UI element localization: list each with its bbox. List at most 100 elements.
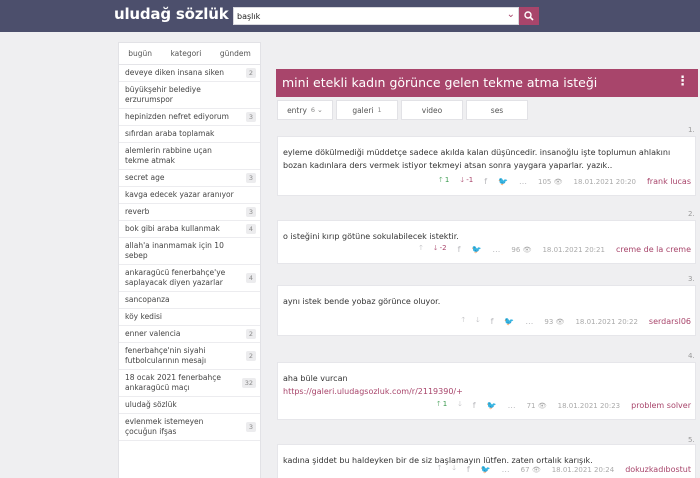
sidebar-topic-item[interactable]: uludağ sözlük <box>119 397 260 414</box>
entry-body: o isteğini kırıp götüne sokulabilecek is… <box>283 232 459 241</box>
sidebar-topic-item[interactable]: sancopanza <box>119 292 260 309</box>
view-count-group: 96 👁 <box>511 246 531 254</box>
entry-date[interactable]: 18.01.2021 20:20 <box>574 178 636 186</box>
sidebar-topic-item[interactable]: alemlerin rabbine uçan tekme atmak <box>119 143 260 170</box>
facebook-icon[interactable]: f <box>467 465 470 474</box>
twitter-icon[interactable]: 🐦 <box>481 465 491 474</box>
downvote-button[interactable]: 🡓 <box>452 464 456 475</box>
search-input[interactable] <box>237 10 499 23</box>
entry-date[interactable]: 18.01.2021 20:21 <box>542 246 604 254</box>
entry-count-badge: 3 <box>245 173 256 183</box>
entry-count-badge: 2 <box>245 68 256 78</box>
tab-gundem[interactable]: gündem <box>220 49 251 58</box>
upvote-button[interactable]: 🡑 <box>461 316 465 327</box>
search-icon <box>524 11 534 21</box>
entry-card: aha büle vurcan https://galeri.uludagsozl… <box>277 362 696 420</box>
entry-date[interactable]: 18.01.2021 20:23 <box>558 402 620 410</box>
sidebar-topic-item[interactable]: 18 ocak 2021 fenerbahçe ankaragücü maçı 3… <box>119 370 260 397</box>
downvote-button[interactable]: 🡓 <box>476 316 480 327</box>
entry-count-badge: 32 <box>241 378 256 388</box>
sidebar-topic-title: köy kedisi <box>125 312 163 321</box>
upvote-button[interactable]: 🡑 1 <box>437 400 447 411</box>
sidebar-topic-item[interactable]: evlenmek istemeyen çocuğun ifşas 3 <box>119 414 260 441</box>
entry-footer: 🡑 🡓 -2 f 🐦 … 96 👁 18.01.2021 20:21 creme de la … <box>419 244 691 255</box>
sidebar-topic-title: 18 ocak 2021 fenerbahçe ankaragücü maçı <box>125 373 221 392</box>
downvote-button[interactable]: 🡓 -1 <box>460 176 473 187</box>
tab-ses[interactable]: ses <box>466 100 528 120</box>
sidebar-topic-item[interactable]: enner valencia 2 <box>119 326 260 343</box>
sidebar-topic-title: allah'a inanmamak için 10 sebep <box>125 241 224 260</box>
sidebar-topic-item[interactable]: fenerbahçe'nin siyahi futbolcularının me… <box>119 343 260 370</box>
sidebar-topic-item[interactable]: deveye diken insana siken 2 <box>119 65 260 82</box>
eye-icon: 👁 <box>537 401 547 410</box>
entry-author[interactable]: creme de la creme <box>616 245 691 254</box>
sidebar-topic-title: uludağ sözlük <box>125 400 177 409</box>
upvote-count: 1 <box>444 176 450 184</box>
facebook-icon[interactable]: f <box>458 245 461 254</box>
entry-date[interactable]: 18.01.2021 20:22 <box>575 318 637 326</box>
entry-number: 3. <box>688 275 695 283</box>
more-icon[interactable]: … <box>492 245 500 254</box>
sidebar-topic-title: fenerbahçe'nin siyahi futbolcularının me… <box>125 346 207 365</box>
tab-galeri[interactable]: galeri 1 <box>336 100 398 120</box>
sidebar-topic-item[interactable]: ankaragücü fenerbahçe'ye saplayacak diye… <box>119 265 260 292</box>
sidebar-topic-item[interactable]: köy kedisi <box>119 309 260 326</box>
view-count: 96 <box>511 245 521 254</box>
more-icon[interactable]: … <box>508 401 516 410</box>
sidebar-topic-item[interactable]: kavga edecek yazar aranıyor <box>119 187 260 204</box>
entry-body: eyleme dökülmediği müddetçe sadece akıld… <box>283 148 671 170</box>
more-icon[interactable]: … <box>502 465 510 474</box>
downvote-count: -1 <box>466 176 474 184</box>
sidebar-topic-item[interactable]: bok gibi araba kullanmak 4 <box>119 221 260 238</box>
entry-number: 4. <box>688 352 695 360</box>
more-icon[interactable]: … <box>519 177 527 186</box>
sidebar-topic-title: kavga edecek yazar aranıyor <box>125 190 234 199</box>
topic-title[interactable]: mini etekli kadın görünce gelen tekme at… <box>282 75 597 90</box>
twitter-icon[interactable]: 🐦 <box>504 317 514 326</box>
downvote-button[interactable]: 🡓 -2 <box>434 244 447 255</box>
topic-header: mini etekli kadın görünce gelen tekme at… <box>276 69 698 97</box>
tab-bugun[interactable]: bugün <box>128 49 152 58</box>
more-icon[interactable]: … <box>525 317 533 326</box>
entry-count-badge: 4 <box>245 273 256 283</box>
entry-author[interactable]: dokuzkadıbostut <box>625 465 691 474</box>
tab-entry[interactable]: entry 6 ⌄ <box>277 100 333 120</box>
tab-kategori[interactable]: kategori <box>170 49 201 58</box>
facebook-icon[interactable]: f <box>473 401 476 410</box>
upvote-button[interactable]: 🡑 <box>419 244 423 255</box>
entry-text: aha büle vurcan https://galeri.uludagsozl… <box>283 372 688 398</box>
entry-count-badge: 2 <box>245 351 256 361</box>
sidebar-topic-item[interactable]: sıfırdan araba toplamak <box>119 126 260 143</box>
sidebar-topic-item[interactable]: allah'a inanmamak için 10 sebep <box>119 238 260 265</box>
upvote-button[interactable]: 🡑 1 <box>439 176 449 187</box>
upvote-button[interactable]: 🡑 <box>438 464 442 475</box>
twitter-icon[interactable]: 🐦 <box>498 177 508 186</box>
entry-text: eyleme dökülmediği müddetçe sadece akıld… <box>283 146 688 172</box>
entry-body: aynı istek bende yobaz görünce oluyor. <box>283 297 441 306</box>
sidebar-topic-item[interactable]: reverb 3 <box>119 204 260 221</box>
sidebar-topic-item[interactable]: hepinizden nefret ediyorum 3 <box>119 109 260 126</box>
sidebar-topic-item[interactable]: secret age 3 <box>119 170 260 187</box>
twitter-icon[interactable]: 🐦 <box>471 245 481 254</box>
twitter-icon[interactable]: 🐦 <box>487 401 497 410</box>
entry-text: aynı istek bende yobaz görünce oluyor. <box>283 295 688 308</box>
entry-author[interactable]: frank lucas <box>647 177 691 186</box>
sidebar-topic-list: deveye diken insana siken 2 büyükşehir bel… <box>119 65 260 441</box>
tab-video[interactable]: video <box>401 100 463 120</box>
facebook-icon[interactable]: f <box>491 317 494 326</box>
tab-video-label: video <box>421 105 443 115</box>
kebab-menu-icon[interactable]: ⋮ <box>676 74 689 89</box>
entry-link[interactable]: https://galeri.uludagsozluk.com/r/211939… <box>283 387 463 396</box>
sidebar-topic-title: bok gibi araba kullanmak <box>125 224 220 233</box>
site-logo[interactable]: uludağ sözlük <box>114 5 229 23</box>
entry-date[interactable]: 18.01.2021 20:24 <box>552 466 614 474</box>
top-bar: uludağ sözlük ⌄ <box>0 0 700 32</box>
facebook-icon[interactable]: f <box>484 177 487 186</box>
entry-count-badge: 2 <box>245 329 256 339</box>
entry-author[interactable]: problem solver <box>631 401 691 410</box>
chevron-down-icon[interactable]: ⌄ <box>507 9 515 20</box>
entry-author[interactable]: serdarsl06 <box>649 317 691 326</box>
downvote-button[interactable]: 🡓 <box>458 400 462 411</box>
sidebar-topic-item[interactable]: büyükşehir belediye erzurumspor <box>119 82 260 109</box>
search-button[interactable] <box>519 7 539 25</box>
